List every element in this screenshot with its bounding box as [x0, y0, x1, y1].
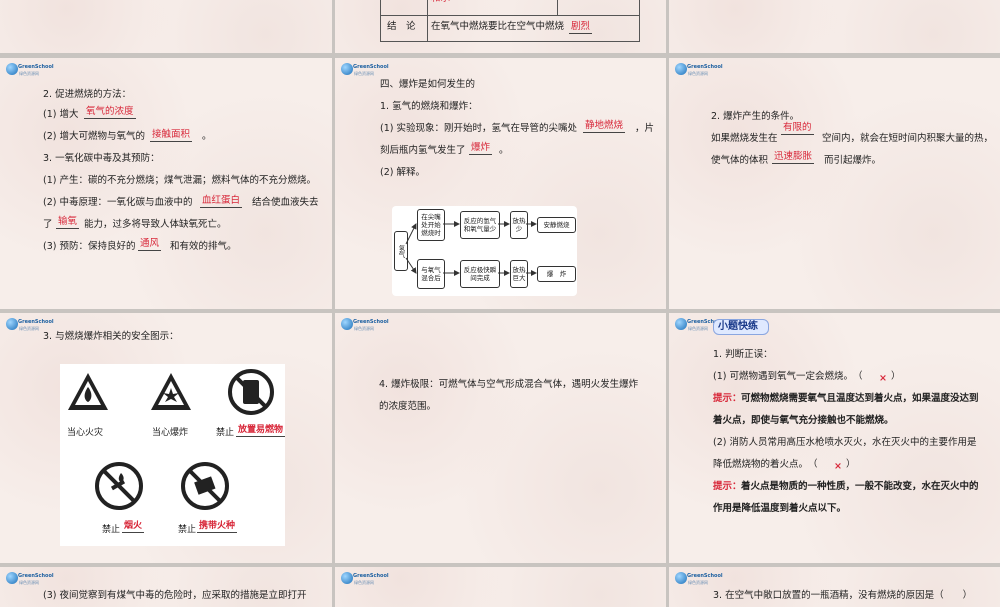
logo: GreenSchool 绿色资源网	[6, 63, 54, 78]
line-hydrogen: 1. 氢气的燃烧和爆炸：	[380, 101, 478, 112]
no-lighter-sign	[180, 461, 230, 511]
fill-explosion: 爆炸	[469, 142, 493, 155]
logo-icon	[6, 63, 18, 75]
line-q2-cont: 降低燃烧物的着火点。 （	[713, 459, 818, 470]
logo-icon	[675, 572, 687, 584]
slide-quick-practice: GreenSchool 绿色资源网 小题快练 1. 判断正误： (1) 可燃物遇到…	[669, 313, 1000, 563]
fill-quiet-burning: 静地燃烧	[583, 120, 626, 133]
fill-ventilation: 通风	[138, 238, 162, 251]
no-fire-sign	[94, 461, 144, 511]
sign-label-prohibit-3: 禁止	[178, 525, 197, 535]
line-explanation: (2) 解释。	[380, 167, 425, 178]
slide-explosion: GreenSchool 绿色资源网 四、爆炸是如何发生的 1. 氢气的燃烧和爆炸：…	[335, 58, 666, 309]
logo: GreenSchool 绿色资源网	[341, 572, 389, 587]
slide-safety-signs: GreenSchool 绿色资源网 3. 与燃烧爆炸相关的安全图示： 当心火灾 当…	[0, 313, 332, 563]
line-limited-space: 如果燃烧发生在	[711, 133, 778, 144]
line-co-source: (1) 产生：碳的不充分燃烧；煤气泄漏；燃料气体的不充分燃烧。	[43, 175, 316, 186]
conclusion-fill: 剧烈	[569, 21, 593, 34]
sign-label-prohibit-1: 禁止	[216, 428, 235, 438]
fill-fire-source: 携带火种	[197, 521, 238, 533]
fire-warning-icon	[68, 373, 108, 410]
logo: GreenSchool 绿色资源网	[341, 63, 389, 78]
line-alcohol-question: 3. 在空气中敞口放置的一瓶酒精，没有燃烧的原因是（ ）	[713, 590, 973, 601]
row1-tail-text: 和水	[431, 0, 450, 5]
hint1-label: 提示：	[713, 393, 742, 404]
q1-answer: ×	[879, 373, 887, 384]
slide-explosion-conditions: GreenSchool 绿色资源网 2. 爆炸产生的条件。 如果燃烧发生在 有限的…	[669, 58, 1000, 309]
conclusion-label: 结 论	[387, 21, 416, 32]
line-co-mechanism: (2) 中毒原理：一氧化碳与血液中的	[43, 197, 193, 208]
logo: GreenSchool 绿色资源网	[675, 572, 723, 587]
logo-icon	[341, 572, 353, 584]
logo: GreenSchool 绿色资源网	[6, 318, 54, 333]
logo: GreenSchool 绿色资源网	[675, 318, 723, 333]
line-judge: 1. 判断正误：	[713, 349, 773, 360]
line-promote-combustion: 2. 促进燃烧的方法：	[43, 89, 132, 100]
no-flammables-sign	[227, 368, 275, 416]
slide-top-left	[0, 0, 332, 53]
logo: GreenSchool 绿色资源网	[341, 318, 389, 333]
fill-fireworks: 烟火	[122, 521, 145, 533]
fire-warning-sign	[66, 370, 110, 420]
logo-icon	[6, 318, 18, 330]
logo-icon	[675, 63, 687, 75]
hint1-text-2: 着火点，即使与氧气充分接触也不能燃烧。	[713, 415, 894, 426]
slide-top-right	[669, 0, 1000, 53]
sign-label-explosion: 当心爆炸	[152, 428, 189, 438]
slide-top-middle: 和水 结 论 在氧气中燃烧要比在空气中燃烧 剧烈	[335, 0, 666, 53]
no-fire-icon	[95, 462, 143, 510]
hint2-text-2: 作用是降低温度到着火点以下。	[713, 503, 847, 514]
quick-practice-badge: 小题快练	[713, 319, 769, 335]
hint2-text: 着火点是物质的一种性质，一般不能改变，水在灭火中的	[741, 481, 979, 492]
sign-label-fire: 当心火灾	[67, 428, 104, 438]
hint2-label: 提示：	[713, 481, 742, 492]
q2-answer: ×	[834, 461, 842, 472]
fill-hemoglobin: 血红蛋白	[200, 195, 243, 208]
logo-icon	[675, 318, 687, 330]
conclusion-table: 和水 结 论 在氧气中燃烧要比在空气中燃烧 剧烈	[380, 0, 640, 42]
line-q1: (1) 可燃物遇到氧气一定会燃烧。 （	[713, 371, 863, 382]
line-co-prevention: (3) 预防：保持良好的	[43, 241, 136, 252]
conclusion-text: 在氧气中燃烧要比在空气中燃烧	[431, 21, 565, 32]
diagram-arrows	[405, 221, 537, 276]
line-gas-poisoning: (3) 夜间觉察到有煤气中毒的危险时，应采取的措施是立即打开	[43, 590, 307, 601]
line-increase-contact: (2) 增大可燃物与氧气的	[43, 131, 145, 142]
slide-bottom-middle: GreenSchool 绿色资源网	[335, 567, 666, 607]
logo-icon	[341, 318, 353, 330]
fill-flammables: 放置易燃物	[236, 425, 286, 437]
line-increase-oxygen: (1) 增大	[43, 109, 79, 120]
explosion-warning-sign	[149, 370, 193, 420]
fill-contact-area: 接触面积	[150, 129, 193, 142]
fill-oxygen-concentration: 氧气的浓度	[84, 106, 136, 119]
slide-combustion-methods: GreenSchool 绿色资源网 2. 促进燃烧的方法： (1) 增大 氧气的浓…	[0, 58, 332, 309]
explosion-warning-icon	[151, 373, 191, 410]
slide-explosion-limit: GreenSchool 绿色资源网 4. 爆炸极限：可燃气体与空气形成混合气体，遇…	[335, 313, 666, 563]
slide-bottom-left: GreenSchool 绿色资源网 (3) 夜间觉察到有煤气中毒的危险时，应采取的…	[0, 567, 332, 607]
no-flammables-icon	[228, 369, 274, 415]
logo-icon	[341, 63, 353, 75]
line-explosion-occurs: 刻后瓶内氢气发生了	[380, 145, 466, 156]
line-concentration-range: 的浓度范围。	[379, 401, 437, 412]
signs-panel: 当心火灾 当心爆炸 禁止 放置易燃物 禁止 烟火 禁止 携带火种	[60, 364, 286, 546]
line-phenomenon: (1) 实验现象：刚开始时，氢气在导管的尖嘴处	[380, 123, 577, 134]
hydrogen-diagram: 氢气 在尖嘴处开始燃烧时 反应的氢气和氧气量少 放热少 安静燃烧 与氧气混合后 …	[392, 206, 577, 296]
line-safety-signs: 3. 与燃烧爆炸相关的安全图示：	[43, 331, 179, 342]
fill-rapid-expansion: 迅速膨胀	[772, 151, 815, 164]
line-explosion-limit: 4. 爆炸极限：可燃气体与空气形成混合气体，遇明火发生爆炸	[379, 379, 639, 390]
fill-oxygen-transport: 输氧	[56, 216, 80, 229]
section-heading: 四、爆炸是如何发生的	[380, 79, 476, 90]
hint1-text: 可燃物燃烧需要氧气且温度达到着火点，如果温度没达到	[741, 393, 979, 404]
fill-limited: 有限的	[781, 122, 814, 135]
sign-label-prohibit-2: 禁止	[102, 525, 121, 535]
logo: GreenSchool 绿色资源网	[675, 63, 723, 78]
logo-icon	[6, 572, 18, 584]
line-q2: (2) 消防人员常用高压水枪喷水灭火，水在灭火中的主要作用是	[713, 437, 977, 448]
line-co-poisoning: 3. 一氧化碳中毒及其预防：	[43, 153, 160, 164]
logo: GreenSchool 绿色资源网	[6, 572, 54, 587]
slide-bottom-right: GreenSchool 绿色资源网 3. 在空气中敞口放置的一瓶酒精，没有燃烧的原…	[669, 567, 1000, 607]
line-expansion: 使气体的体积	[711, 155, 769, 166]
no-lighter-icon	[181, 462, 229, 510]
